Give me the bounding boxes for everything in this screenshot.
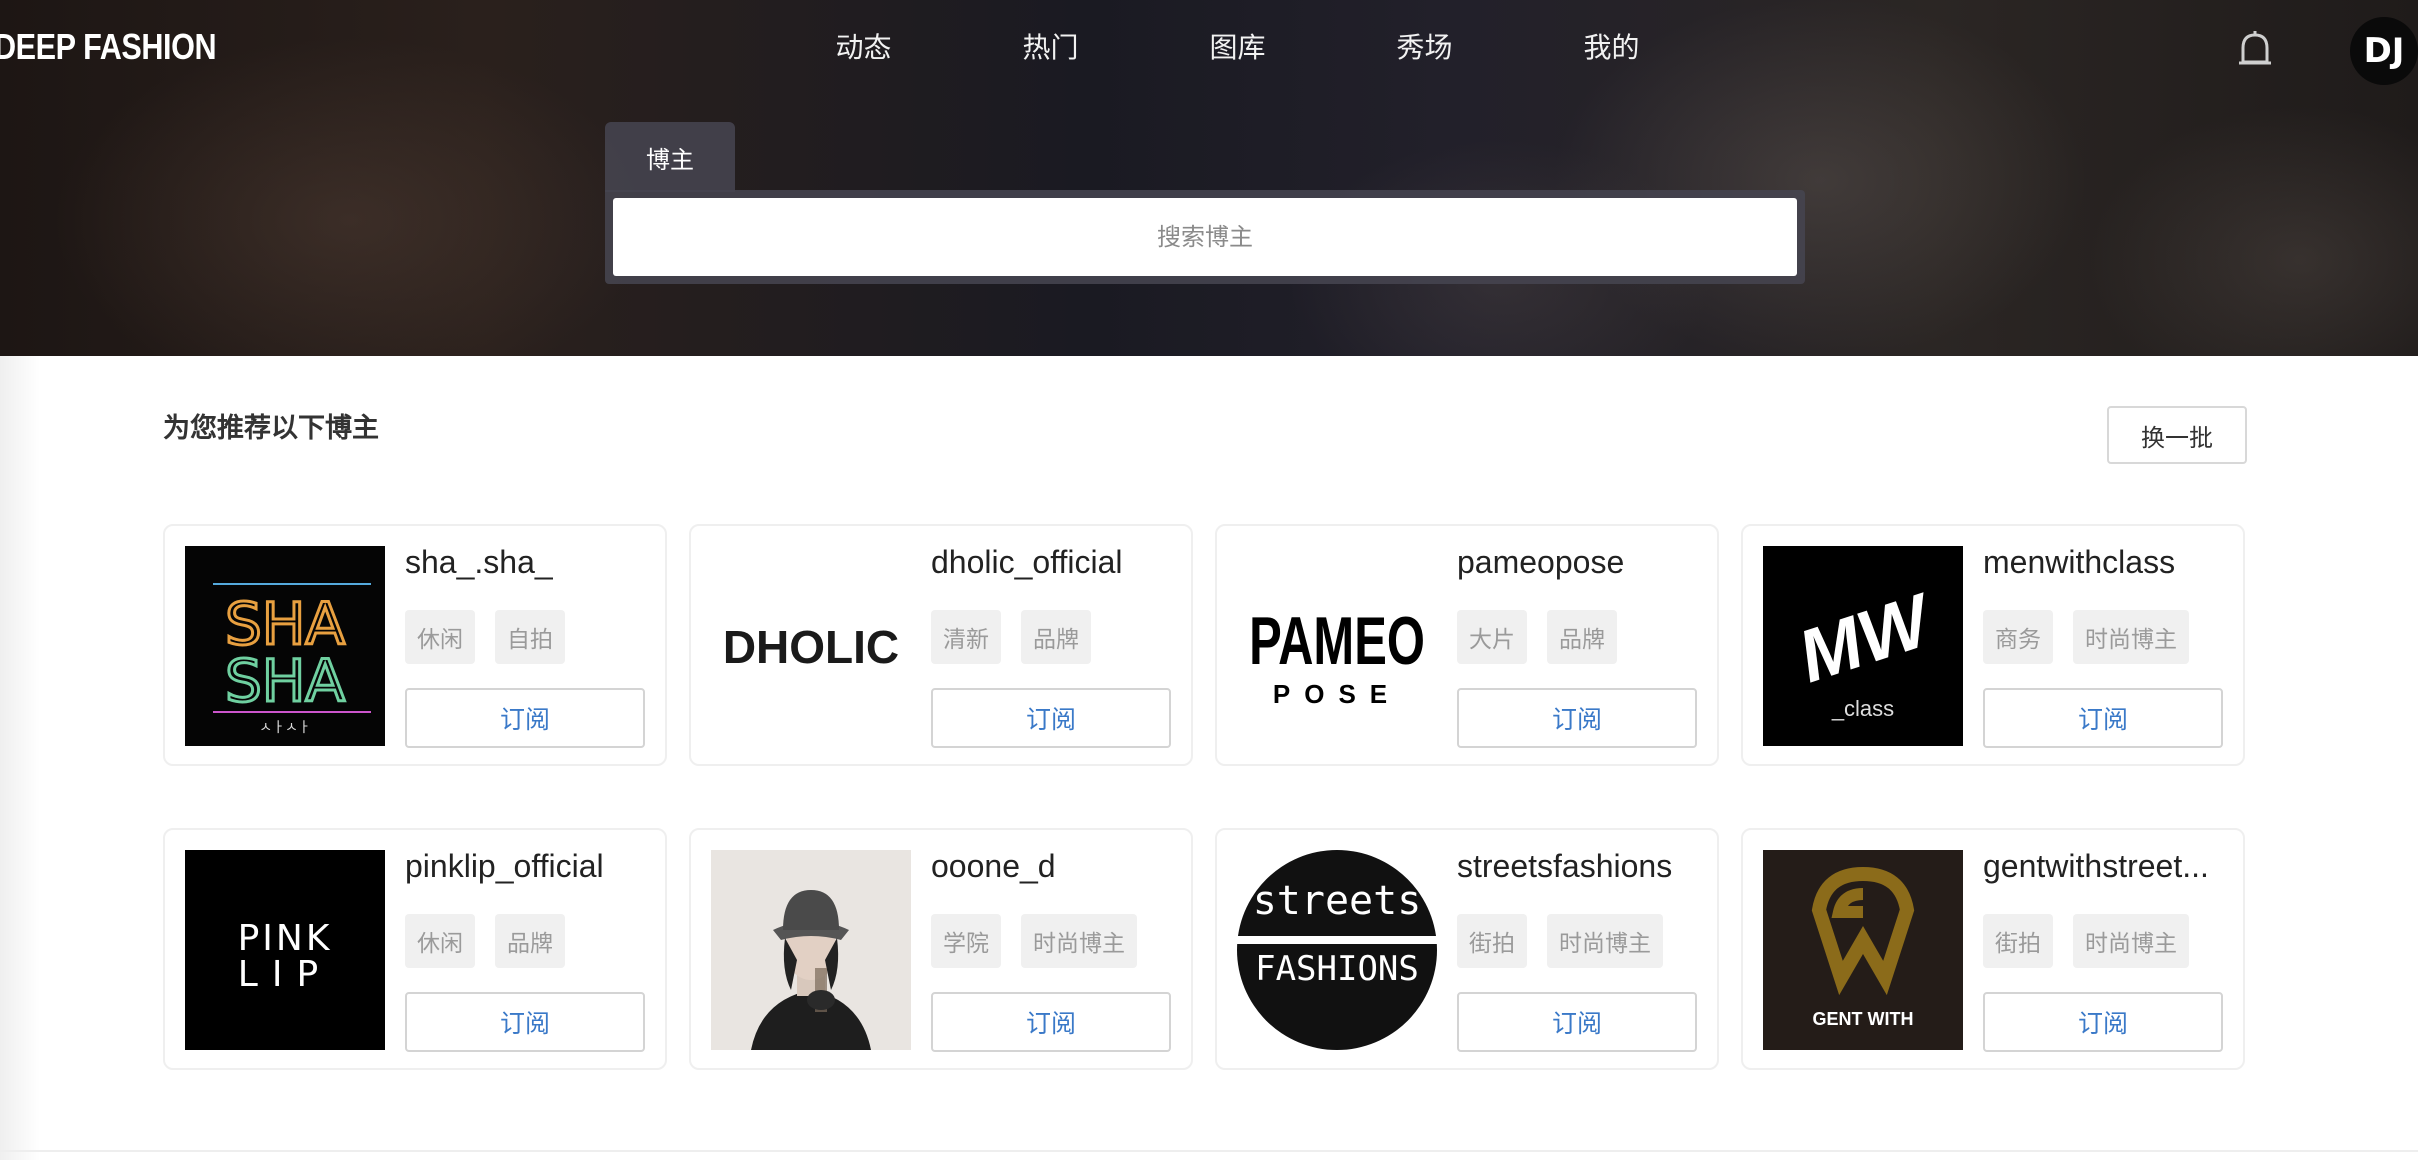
search-input[interactable]	[613, 198, 1797, 276]
tag[interactable]: 商务	[1983, 610, 2053, 664]
tag[interactable]: 街拍	[1983, 914, 2053, 968]
user-avatar[interactable]: DJ	[2350, 17, 2418, 85]
tag[interactable]: 休闲	[405, 610, 475, 664]
tag-list: 街拍 时尚博主	[1457, 914, 1663, 968]
nav-item-wode[interactable]: 我的	[1518, 26, 1705, 66]
tag[interactable]: 街拍	[1457, 914, 1527, 968]
tag[interactable]: 大片	[1457, 610, 1527, 664]
pinklip-logo-top: PINK	[238, 918, 333, 959]
nav-item-dongtai[interactable]: 动态	[770, 26, 957, 66]
blogger-name[interactable]: sha_.sha_	[405, 544, 553, 581]
pameo-logo-top: PAMEO	[1249, 602, 1425, 679]
tag[interactable]: 品牌	[1547, 610, 1617, 664]
site-logo[interactable]: DEEP FASHION	[0, 26, 217, 68]
dholic-logo: DHOLIC	[723, 621, 899, 673]
blogger-avatar-pinklip[interactable]: PINK LIP	[185, 850, 385, 1050]
subscribe-button[interactable]: 订阅	[1457, 688, 1697, 748]
blogger-name[interactable]: pinklip_official	[405, 848, 604, 885]
subscribe-button[interactable]: 订阅	[1983, 992, 2223, 1052]
blogger-name[interactable]: dholic_official	[931, 544, 1123, 581]
blogger-card[interactable]: GENT WITH gentwithstreet... 街拍 时尚博主 订阅	[1741, 828, 2245, 1070]
tag-list: 清新 品牌	[931, 610, 1091, 664]
page-divider	[0, 1150, 2418, 1152]
subscribe-button[interactable]: 订阅	[931, 688, 1171, 748]
tag[interactable]: 品牌	[495, 914, 565, 968]
blogger-avatar-menwithclass[interactable]: MW _class	[1763, 546, 1963, 746]
blogger-avatar-gentwithstreet[interactable]: GENT WITH	[1763, 850, 1963, 1050]
tag[interactable]: 时尚博主	[2073, 610, 2189, 664]
streets-logo-top: streets	[1253, 878, 1422, 924]
blogger-name[interactable]: pameopose	[1457, 544, 1624, 581]
tag-list: 大片 品牌	[1457, 610, 1617, 664]
blogger-name[interactable]: streetsfashions	[1457, 848, 1672, 885]
blogger-name[interactable]: ooone_d	[931, 848, 1056, 885]
subscribe-button[interactable]: 订阅	[405, 992, 645, 1052]
search-tab-blogger[interactable]: 博主	[605, 122, 735, 192]
blogger-card[interactable]: streets FASHIONS streetsfashions 街拍 时尚博主…	[1215, 828, 1719, 1070]
blogger-name[interactable]: gentwithstreet...	[1983, 848, 2209, 885]
bell-icon[interactable]	[2236, 30, 2274, 70]
tag[interactable]: 品牌	[1021, 610, 1091, 664]
sha-logo-sub: ㅅㅏㅅㅏ	[259, 720, 311, 736]
blogger-card[interactable]: PAMEO POSE pameopose 大片 品牌 订阅	[1215, 524, 1719, 766]
blogger-card[interactable]: MW _class menwithclass 商务 时尚博主 订阅	[1741, 524, 2245, 766]
main-nav: 动态 热门 图库 秀场 我的	[770, 26, 1705, 66]
blogger-card[interactable]: DHOLIC dholic_official 清新 品牌 订阅	[689, 524, 1193, 766]
tag-list: 街拍 时尚博主	[1983, 914, 2189, 968]
tag-list: 休闲 品牌	[405, 914, 565, 968]
refresh-button[interactable]: 换一批	[2107, 406, 2247, 464]
nav-item-tuku[interactable]: 图库	[1144, 26, 1331, 66]
tag-list: 休闲 自拍	[405, 610, 565, 664]
left-edge-shade	[0, 356, 40, 1160]
streets-logo-bottom: FASHIONS	[1255, 949, 1419, 989]
blogger-card[interactable]: ooone_d 学院 时尚博主 订阅	[689, 828, 1193, 1070]
tag[interactable]: 学院	[931, 914, 1001, 968]
blogger-card[interactable]: SHA SHA ㅅㅏㅅㅏ sha_.sha_ 休闲 自拍 订阅	[163, 524, 667, 766]
tag[interactable]: 休闲	[405, 914, 475, 968]
blogger-card[interactable]: PINK LIP pinklip_official 休闲 品牌 订阅	[163, 828, 667, 1070]
tag[interactable]: 时尚博主	[2073, 914, 2189, 968]
tag[interactable]: 自拍	[495, 610, 565, 664]
hero-header: DEEP FASHION 动态 热门 图库 秀场 我的 DJ 博主	[0, 0, 2418, 356]
tag[interactable]: 清新	[931, 610, 1001, 664]
tag[interactable]: 时尚博主	[1547, 914, 1663, 968]
subscribe-button[interactable]: 订阅	[1457, 992, 1697, 1052]
tag[interactable]: 时尚博主	[1021, 914, 1137, 968]
subscribe-button[interactable]: 订阅	[931, 992, 1171, 1052]
tag-list: 学院 时尚博主	[931, 914, 1137, 968]
blogger-avatar-streetsfashions[interactable]: streets FASHIONS	[1237, 850, 1437, 1050]
blogger-name[interactable]: menwithclass	[1983, 544, 2175, 581]
blogger-avatar-ooone[interactable]	[711, 850, 911, 1050]
tag-list: 商务 时尚博主	[1983, 610, 2189, 664]
nav-item-xiuchang[interactable]: 秀场	[1331, 26, 1518, 66]
pameo-logo-bottom: POSE	[1273, 679, 1401, 709]
search-frame	[605, 190, 1805, 284]
blogger-avatar-dholic[interactable]: DHOLIC	[711, 546, 911, 746]
gent-logo-text: GENT WITH	[1813, 1009, 1914, 1029]
mw-logo: MW	[1788, 577, 1945, 698]
pinklip-logo-bottom: LIP	[238, 954, 332, 995]
subscribe-button[interactable]: 订阅	[1983, 688, 2223, 748]
sha-logo-bottom: SHA	[225, 647, 345, 715]
subscribe-button[interactable]: 订阅	[405, 688, 645, 748]
nav-item-remen[interactable]: 热门	[957, 26, 1144, 66]
section-title: 为您推荐以下博主	[163, 413, 379, 444]
blogger-avatar-pameo[interactable]: PAMEO POSE	[1237, 546, 1437, 746]
blogger-avatar-sha[interactable]: SHA SHA ㅅㅏㅅㅏ	[185, 546, 385, 746]
mw-logo-sub: _class	[1831, 696, 1894, 721]
